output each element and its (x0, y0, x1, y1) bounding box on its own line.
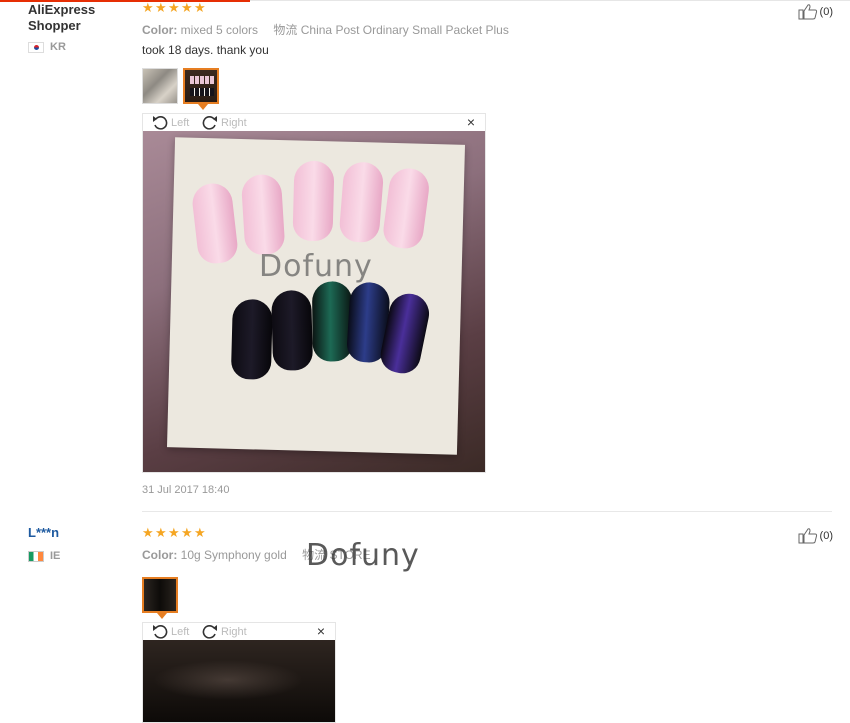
review-photo-large (143, 640, 335, 722)
reviewer-country: KR (28, 41, 66, 53)
helpful-count: (0) (819, 529, 833, 542)
shipping-label: 物流 (273, 23, 298, 37)
helpful-button[interactable]: (0) (798, 3, 833, 20)
thumbs-up-icon (798, 528, 817, 544)
watermark-text: Dofuny (259, 249, 373, 284)
thumbs-up-icon (798, 4, 817, 20)
helpful-button[interactable]: (0) (798, 527, 833, 544)
star-rating: ★ ★ ★ ★ ★ (142, 0, 206, 15)
rotate-left-icon (153, 116, 168, 130)
review-meta: Color: mixed 5 colors 物流 China Post Ordi… (142, 21, 509, 38)
star-icon: ★ (142, 525, 154, 540)
review-date: 31 Jul 2017 18:40 (142, 484, 230, 496)
star-icon: ★ (168, 525, 180, 540)
star-icon: ★ (155, 525, 167, 540)
review-divider (142, 511, 832, 512)
rotate-left-button[interactable]: Left (151, 623, 189, 640)
watermark-text: Dofuny (306, 538, 420, 573)
country-code: KR (50, 41, 66, 53)
reviewer-name: L***n (28, 525, 60, 540)
rotate-right-label: Right (221, 116, 247, 129)
review-photo-large: Dofuny (143, 131, 485, 472)
reviewer-name-line2: Shopper (28, 18, 81, 33)
star-icon: ★ (181, 525, 193, 540)
korea-flag-icon (28, 41, 44, 53)
helpful-count: (0) (819, 5, 833, 18)
color-value: 10g Symphony gold (180, 548, 287, 562)
color-label: Color: (142, 548, 178, 562)
rotate-right-button[interactable]: Right (201, 114, 247, 131)
reviewer-country: IE (28, 550, 60, 562)
close-icon[interactable]: × (467, 114, 475, 131)
star-icon: ★ (194, 525, 206, 540)
reviewer-name: AliExpress Shopper (28, 2, 95, 34)
rotate-right-button[interactable]: Right (201, 623, 247, 640)
review-photos (142, 577, 178, 619)
photo-thumbnail-selected[interactable] (142, 577, 178, 619)
nail-swatch-card (166, 137, 466, 455)
star-rating: ★ ★ ★ ★ ★ (142, 525, 206, 540)
photo-thumbnail-selected[interactable] (183, 68, 219, 110)
shipping-value: China Post Ordinary Small Packet Plus (300, 23, 509, 37)
star-icon: ★ (142, 0, 154, 15)
photo-viewer-toolbar: Left Right × (143, 623, 335, 640)
rotate-left-icon (153, 625, 168, 639)
color-value: mixed 5 colors (180, 23, 259, 37)
rotate-left-label: Left (171, 625, 190, 638)
rotate-right-icon (202, 625, 217, 639)
photo-thumbnail[interactable] (142, 68, 178, 104)
country-code: IE (50, 550, 61, 562)
close-icon[interactable]: × (317, 623, 325, 640)
ireland-flag-icon (28, 550, 44, 562)
star-icon: ★ (194, 0, 206, 15)
review-item: L***n IE ★ ★ ★ ★ ★ (0) Color: 10g Sympho… (0, 520, 850, 723)
photo-viewer: Left Right × (142, 622, 336, 723)
review-text: took 18 days. thank you (142, 43, 269, 57)
star-icon: ★ (181, 0, 193, 15)
rotate-left-button[interactable]: Left (151, 114, 189, 131)
review-photos (142, 68, 219, 110)
review-item: AliExpress Shopper KR ★ ★ ★ ★ ★ (0) Colo… (0, 0, 850, 512)
photo-viewer-toolbar: Left Right × (143, 114, 485, 131)
photo-viewer: Left Right × (142, 113, 486, 473)
star-icon: ★ (155, 0, 167, 15)
color-label: Color: (142, 23, 178, 37)
rotate-right-label: Right (221, 625, 247, 638)
reviewer-name-line1: AliExpress (28, 2, 96, 17)
rotate-left-label: Left (171, 116, 190, 129)
star-icon: ★ (168, 0, 180, 15)
rotate-right-icon (202, 116, 217, 130)
